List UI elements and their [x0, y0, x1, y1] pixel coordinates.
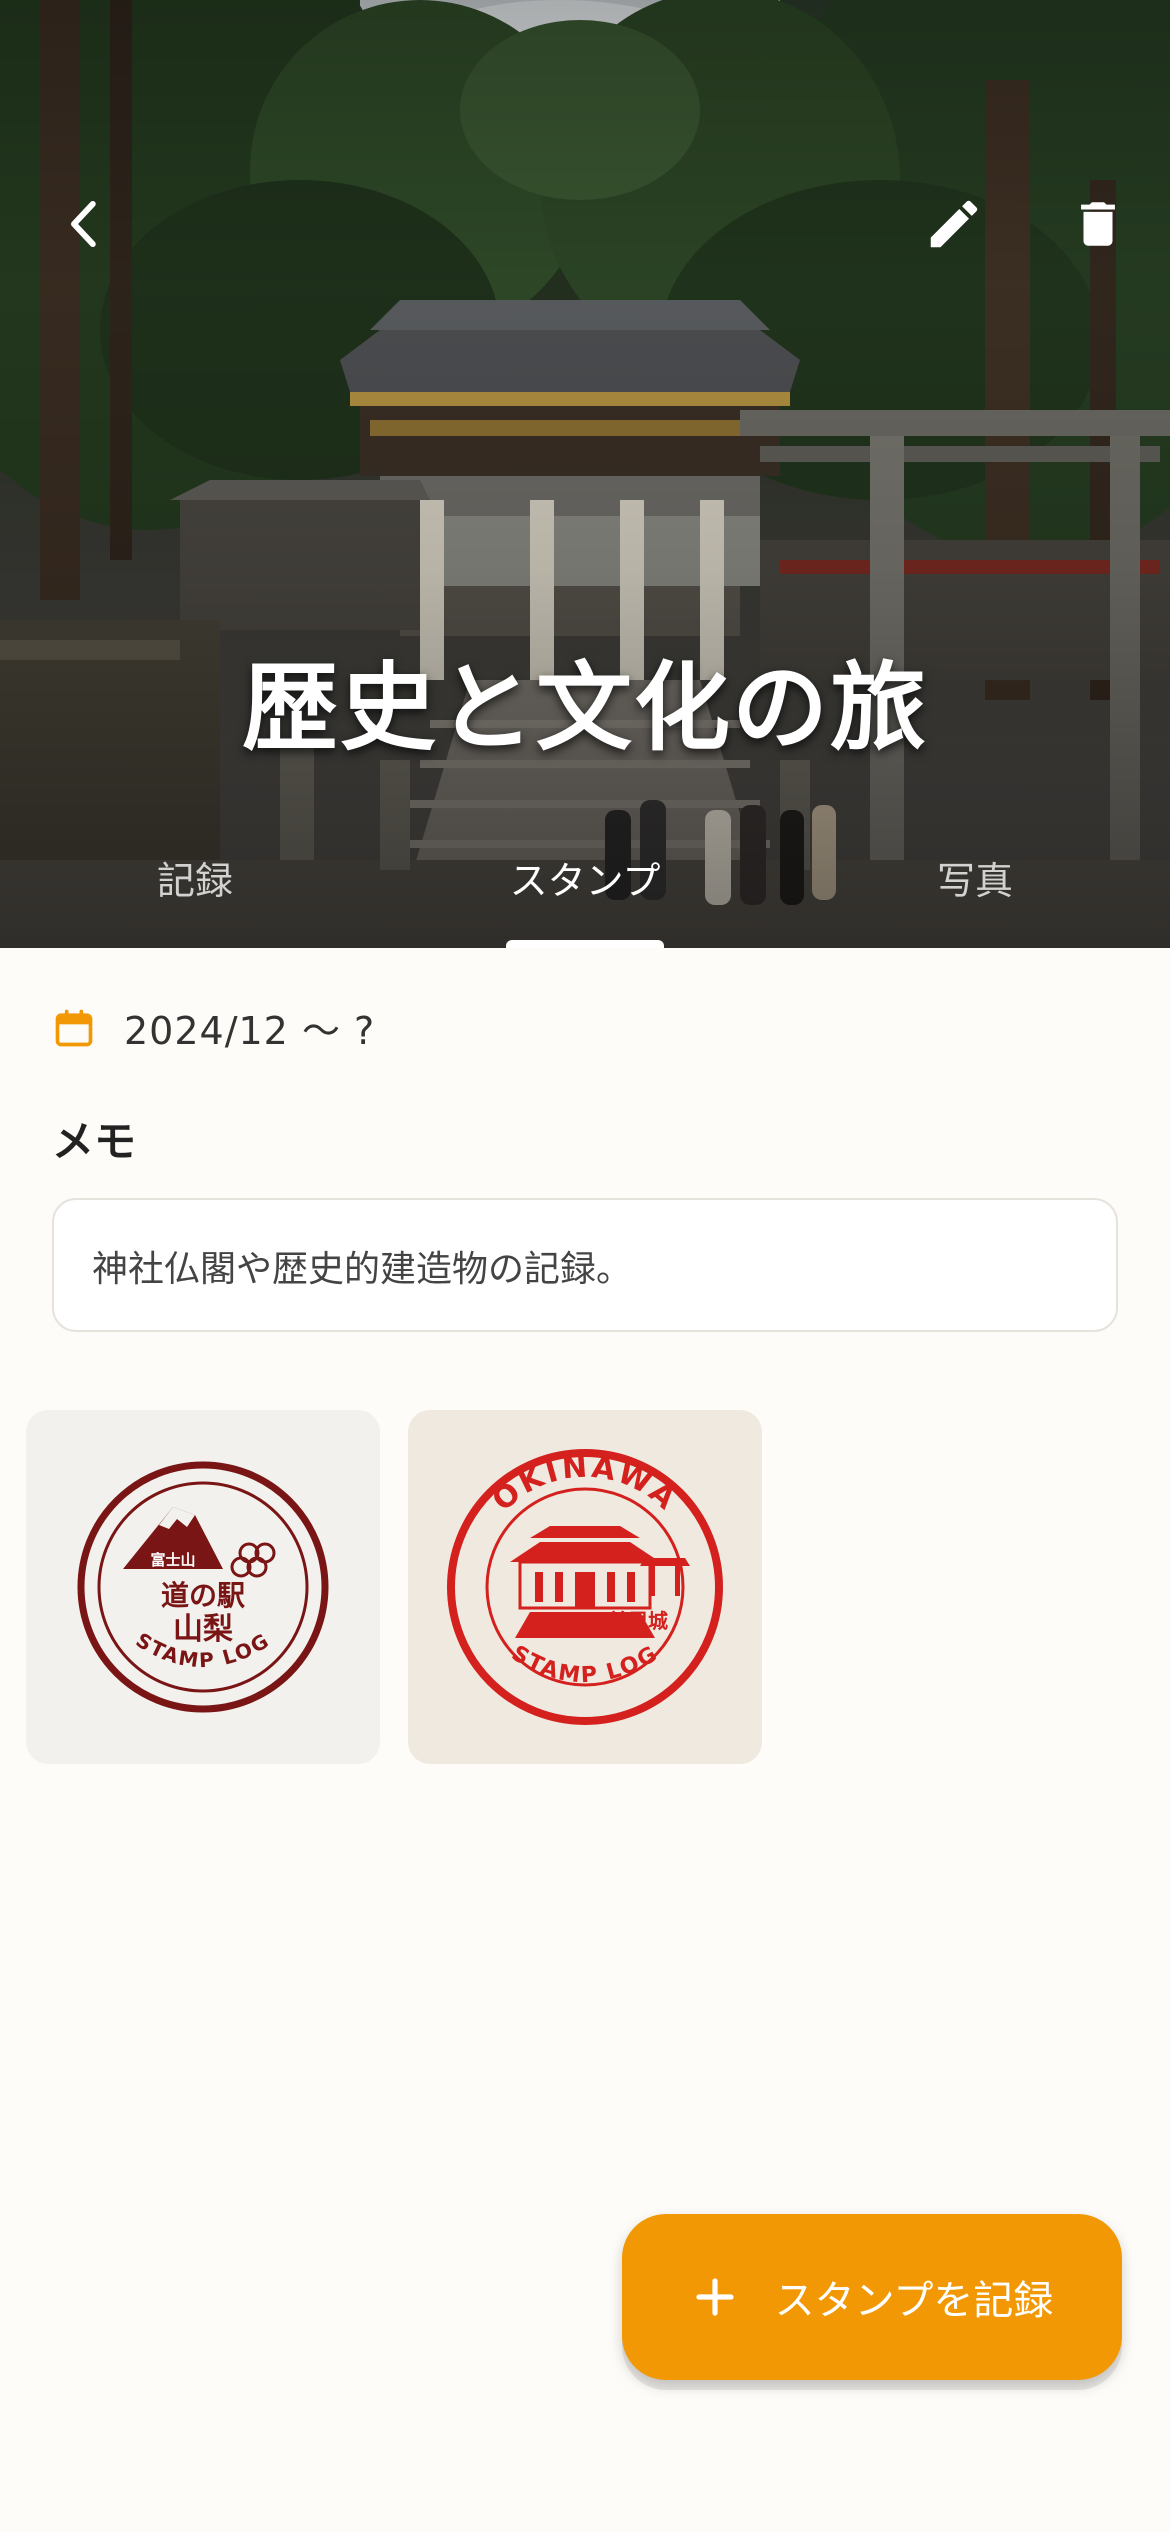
stamp-line1: 道の駅 [161, 1579, 245, 1612]
memo-label: メモ [52, 1117, 137, 1166]
pencil-icon [930, 200, 978, 248]
stamp-image-yamanashi: 富士山 道の駅 山梨 STAMP LOG [77, 1461, 329, 1713]
stamp-card-okinawa[interactable]: OKINAWA 首里城 STAMP LOG [408, 1410, 762, 1764]
tab-photos[interactable]: 写真 [780, 830, 1170, 948]
stamp-label: 首里城 [608, 1609, 668, 1633]
trash-icon [1081, 202, 1115, 246]
active-tab-indicator [506, 940, 664, 948]
memo-field[interactable]: 神社仏閣や歴史的建造物の記録。 [52, 1198, 1118, 1332]
date-range: 2024/12 〜 ? [124, 1009, 376, 1053]
stamp-top-text: OKINAWA [486, 1449, 682, 1518]
memo-text: 神社仏閣や歴史的建造物の記録。 [92, 1249, 633, 1290]
tab-record[interactable]: 記録 [0, 830, 390, 948]
stamp-image-okinawa: OKINAWA 首里城 STAMP LOG [447, 1449, 723, 1725]
plus-icon [695, 2278, 734, 2316]
edit-button[interactable] [906, 176, 1002, 272]
svg-text:OKINAWA: OKINAWA [486, 1449, 685, 1518]
svg-text:STAMP LOG: STAMP LOG [507, 1641, 663, 1688]
record-stamp-button[interactable]: スタンプを記録 [622, 2214, 1122, 2380]
stamp-card-yamanashi[interactable]: 富士山 道の駅 山梨 STAMP LOG [26, 1410, 380, 1764]
page-title: 歴史と文化の旅 [242, 652, 928, 764]
record-stamp-label: スタンプを記録 [774, 2278, 1054, 2324]
tab-stamp[interactable]: スタンプ [390, 830, 780, 948]
delete-button[interactable] [1050, 176, 1146, 272]
back-button[interactable] [36, 176, 132, 272]
stamp-bottom-text: STAMP LOG [507, 1641, 661, 1688]
calendar-icon [55, 1009, 93, 1046]
stamp-grid: 富士山 道の駅 山梨 STAMP LOG OKINAWA 首里城 STAMP L… [26, 1410, 762, 1764]
hero-header: 歴史と文化の旅 記録 スタンプ 写真 [0, 0, 1170, 948]
stamp-top-text: 富士山 [150, 1551, 195, 1569]
stamp-line2: 山梨 [173, 1612, 233, 1647]
date-row: 2024/12 〜 ? [52, 1000, 375, 1055]
tab-bar: 記録 スタンプ 写真 [0, 830, 1170, 948]
chevron-left-icon [71, 201, 96, 247]
